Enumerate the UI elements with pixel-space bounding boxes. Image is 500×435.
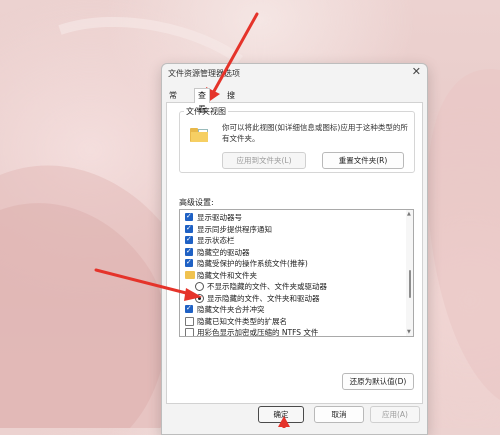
arrow-to-show-hidden-option (94, 268, 202, 301)
tab-view[interactable]: 查看 (194, 88, 210, 114)
arrow-to-view-tab (206, 12, 259, 103)
annotation-arrows (94, 12, 290, 428)
arrow-to-ok-button (278, 416, 290, 428)
